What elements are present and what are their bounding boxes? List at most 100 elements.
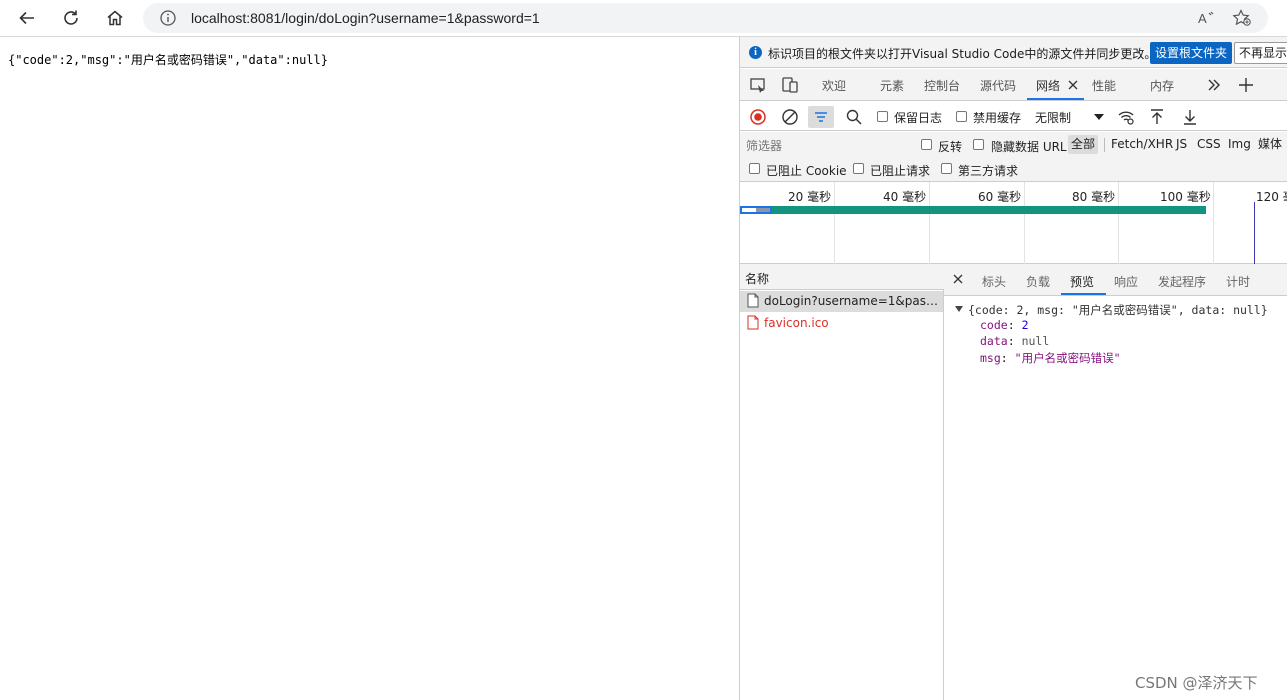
timeline-tick-label: 100 毫秒: [1160, 190, 1211, 204]
chevron-down-icon: [1094, 114, 1104, 120]
json-null-value: null: [1021, 334, 1050, 348]
back-button[interactable]: [12, 4, 42, 32]
favorite-star-icon[interactable]: [1232, 9, 1252, 27]
invert-label: 反转: [938, 140, 963, 154]
search-button[interactable]: [845, 108, 863, 126]
devtools-panel: i 标识项目的根文件夹以打开Visual Studio Code中的源文件并同步…: [739, 37, 1287, 700]
tab-elements[interactable]: 元素: [880, 77, 904, 94]
url-input[interactable]: [191, 7, 1191, 29]
detail-tabbar: 标头 负载 预览 响应 发起程序 计时: [944, 264, 1287, 296]
upload-icon: [1151, 109, 1163, 124]
filter-bar: 反转 隐藏数据 URL 全部 Fetch/XHR JS CSS Img 媒体 已…: [740, 132, 1287, 182]
close-tab-icon[interactable]: [1066, 78, 1080, 92]
json-key: data: [980, 334, 1008, 348]
timeline-overview[interactable]: 20 毫秒 40 毫秒 60 毫秒 80 毫秒 100 毫秒 120 毫: [740, 182, 1287, 264]
request-list: 名称 doLogin?username=1&password=1 favicon…: [740, 264, 944, 700]
tab-preview[interactable]: 预览: [1070, 273, 1094, 290]
timeline-tick-label: 60 毫秒: [978, 190, 1022, 204]
timeline-tick-label: 40 毫秒: [883, 190, 927, 204]
preserve-log-checkbox[interactable]: [877, 111, 888, 122]
throttling-select[interactable]: 无限制: [1030, 106, 1106, 127]
disable-cache-checkbox[interactable]: [956, 111, 967, 122]
read-aloud-icon[interactable]: A: [1197, 9, 1217, 27]
invert-checkbox[interactable]: [921, 139, 932, 150]
json-number-value: 2: [1021, 318, 1029, 332]
more-tabs-icon[interactable]: [1205, 76, 1223, 94]
tab-timing[interactable]: 计时: [1226, 273, 1250, 290]
tab-performance[interactable]: 性能: [1092, 77, 1116, 94]
name-column-header: 名称: [745, 272, 770, 286]
tab-welcome[interactable]: 欢迎: [822, 77, 846, 94]
back-arrow-icon: [19, 11, 34, 25]
hide-data-urls-checkbox[interactable]: [973, 139, 984, 150]
filter-type-js[interactable]: JS: [1173, 135, 1190, 154]
request-row-dologin[interactable]: doLogin?username=1&password=1: [740, 291, 943, 312]
add-tab-icon[interactable]: [1237, 76, 1255, 94]
timeline-tick-label: 80 毫秒: [1072, 190, 1116, 204]
filter-toggle-button[interactable]: [808, 106, 834, 128]
home-button[interactable]: [100, 4, 130, 32]
devtools-infobar: i 标识项目的根文件夹以打开Visual Studio Code中的源文件并同步…: [740, 37, 1287, 68]
export-har-button[interactable]: [1181, 108, 1199, 126]
record-icon: [750, 109, 766, 125]
filter-type-fetch-xhr[interactable]: Fetch/XHR: [1108, 135, 1176, 154]
inspect-element-icon[interactable]: [749, 76, 767, 94]
filter-type-media[interactable]: 媒体: [1255, 135, 1285, 154]
third-party-checkbox[interactable]: [941, 163, 952, 174]
blocked-requests-label: 已阻止请求: [870, 164, 931, 178]
tab-headers[interactable]: 标头: [982, 273, 1006, 290]
json-msg-line: msg: "用户名或密码错误": [980, 351, 1121, 365]
json-summary[interactable]: {code: 2, msg: "用户名或密码错误", data: null}: [968, 302, 1268, 318]
tab-console[interactable]: 控制台: [924, 77, 960, 94]
timeline-tick-label: 20 毫秒: [788, 190, 832, 204]
infobar-message: 标识项目的根文件夹以打开Visual Studio Code中的源文件并同步更改…: [768, 47, 1157, 61]
close-detail-icon[interactable]: [952, 273, 964, 285]
home-icon: [107, 10, 123, 26]
json-string-value: "用户名或密码错误": [1014, 351, 1121, 365]
request-list-header[interactable]: 名称: [740, 264, 944, 290]
filter-type-css[interactable]: CSS: [1194, 135, 1224, 154]
tab-network[interactable]: 网络: [1036, 77, 1060, 94]
request-name: doLogin?username=1&password=1: [764, 294, 940, 308]
site-info-icon[interactable]: [159, 9, 177, 27]
timeline-gridline: [1118, 182, 1119, 264]
dont-show-again-button[interactable]: 不再显示: [1234, 42, 1287, 64]
search-icon: [846, 109, 862, 125]
tab-initiator[interactable]: 发起程序: [1158, 273, 1206, 290]
tab-payload[interactable]: 负载: [1026, 273, 1050, 290]
clear-button[interactable]: [781, 108, 799, 126]
expand-triangle-icon[interactable]: [955, 306, 963, 312]
timeline-bar-queue: [742, 208, 756, 212]
network-toolbar: 保留日志 禁用缓存 无限制: [740, 102, 1287, 131]
request-row-favicon[interactable]: favicon.ico: [740, 313, 943, 334]
devtools-tabbar: 欢迎 元素 控制台 源代码 网络 性能 内存: [740, 69, 1287, 101]
reload-icon: [64, 10, 78, 25]
timeline-gridline: [1213, 182, 1214, 264]
tab-memory[interactable]: 内存: [1150, 77, 1174, 94]
tab-response[interactable]: 响应: [1114, 273, 1138, 290]
blocked-requests-checkbox[interactable]: [853, 163, 864, 174]
filter-input[interactable]: [746, 137, 906, 155]
timeline-request-bar: [772, 206, 1206, 214]
hide-data-urls-label: 隐藏数据 URL: [991, 140, 1067, 154]
filter-type-all[interactable]: 全部: [1068, 135, 1099, 154]
svg-text:A: A: [1198, 11, 1207, 26]
import-har-button[interactable]: [1148, 108, 1166, 126]
preserve-log-label: 保留日志: [894, 111, 943, 125]
third-party-label: 第三方请求: [958, 164, 1019, 178]
address-bar[interactable]: A: [143, 3, 1268, 33]
request-name: favicon.ico: [764, 316, 829, 330]
timeline-load-marker: [1254, 202, 1255, 264]
blocked-cookies-checkbox[interactable]: [749, 163, 760, 174]
tab-sources[interactable]: 源代码: [980, 77, 1016, 94]
filter-type-img[interactable]: Img: [1225, 135, 1254, 154]
device-emulation-icon[interactable]: [781, 76, 799, 94]
record-button[interactable]: [749, 108, 767, 126]
reload-button[interactable]: [56, 4, 86, 32]
error-file-icon: [747, 315, 759, 330]
timeline-bar-stalled: [756, 208, 770, 212]
timeline-gridline: [1024, 182, 1025, 264]
set-root-folder-button[interactable]: 设置根文件夹: [1150, 42, 1233, 64]
filter-icon: [815, 112, 827, 122]
network-conditions-button[interactable]: [1117, 108, 1135, 126]
